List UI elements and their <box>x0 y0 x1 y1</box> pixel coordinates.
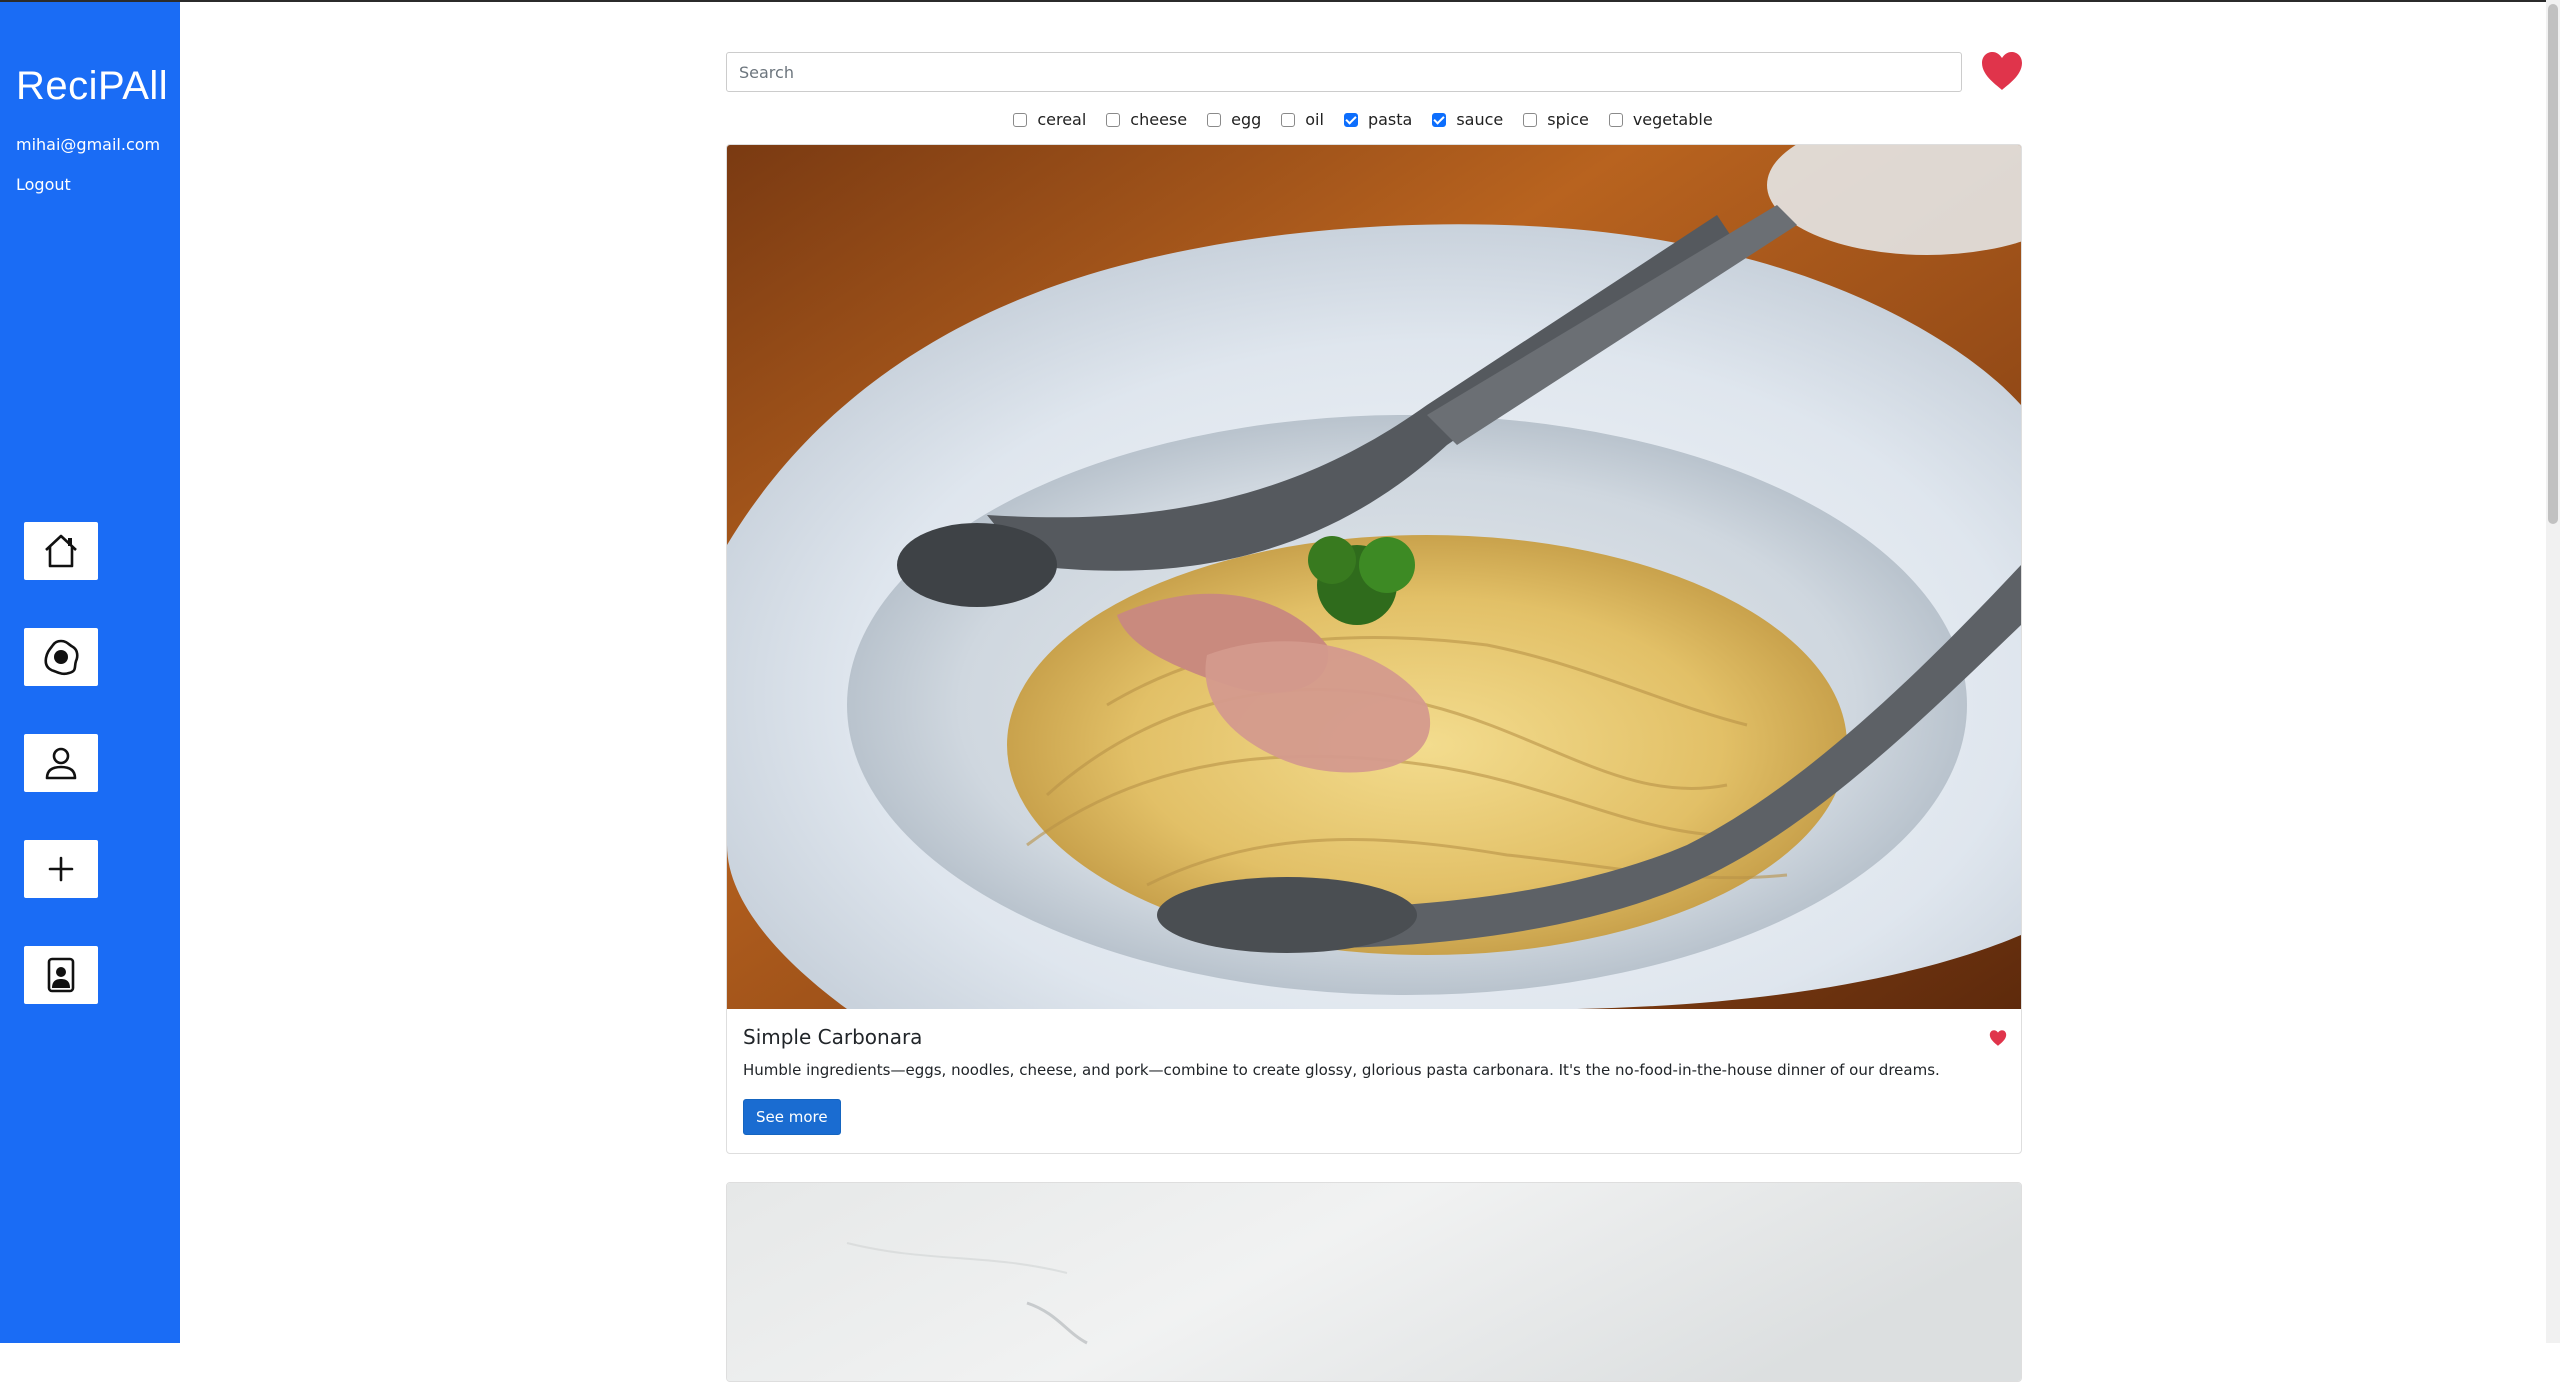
recipe-title: Simple Carbonara <box>743 1025 923 1049</box>
see-more-button[interactable]: See more <box>743 1099 841 1135</box>
filter-vegetable[interactable]: vegetable <box>1608 110 1713 129</box>
filter-cheese[interactable]: cheese <box>1106 110 1187 129</box>
plus-icon <box>48 856 74 882</box>
filter-checkbox-vegetable[interactable] <box>1608 112 1623 127</box>
filter-sauce[interactable]: sauce <box>1432 110 1503 129</box>
filter-label: cheese <box>1130 110 1188 129</box>
ingredient-filters: cereal cheese egg oil pasta sauce spice <box>180 110 2546 129</box>
favorites-heart-icon[interactable] <box>1980 50 2024 92</box>
filter-oil[interactable]: oil <box>1281 110 1324 129</box>
filter-label: pasta <box>1367 110 1413 129</box>
nav-profile-button[interactable] <box>24 734 98 792</box>
filter-cereal[interactable]: cereal <box>1013 110 1086 129</box>
user-icon <box>45 747 77 780</box>
nav-contact-button[interactable] <box>24 946 98 1004</box>
favorite-heart-icon[interactable] <box>1989 1029 2007 1047</box>
filter-checkbox-egg[interactable] <box>1207 112 1222 127</box>
filter-label: cereal <box>1037 110 1087 129</box>
filter-label: egg <box>1231 110 1262 129</box>
nav-home-button[interactable] <box>24 522 98 580</box>
filter-pasta[interactable]: pasta <box>1343 110 1413 129</box>
recipe-description: Humble ingredients—eggs, noodles, cheese… <box>743 1061 1940 1079</box>
filter-checkbox-spice[interactable] <box>1523 112 1538 127</box>
filter-label: vegetable <box>1632 110 1713 129</box>
recipe-image <box>727 1183 2021 1381</box>
filter-label: spice <box>1547 110 1589 129</box>
nav-recipes-button[interactable] <box>24 628 98 686</box>
filter-spice[interactable]: spice <box>1523 110 1589 129</box>
filter-checkbox-sauce[interactable] <box>1432 112 1447 127</box>
main-content: cereal cheese egg oil pasta sauce spice <box>180 2 2546 1382</box>
filter-egg[interactable]: egg <box>1207 110 1261 129</box>
nav-add-recipe-button[interactable] <box>24 840 98 898</box>
home-icon <box>45 534 77 568</box>
scrollbar-thumb[interactable] <box>2548 4 2558 524</box>
filter-checkbox-cheese[interactable] <box>1106 112 1121 127</box>
filter-label: oil <box>1305 110 1324 129</box>
search-input[interactable] <box>726 52 1962 92</box>
brand-logo[interactable]: ReciPAll <box>16 62 168 110</box>
sidebar: ReciPAll mihai@gmail.com Logout <box>0 2 180 1343</box>
filter-checkbox-oil[interactable] <box>1281 112 1296 127</box>
egg-icon <box>44 639 79 676</box>
user-email: mihai@gmail.com <box>16 135 161 154</box>
filter-label: sauce <box>1456 110 1504 129</box>
logout-link[interactable]: Logout <box>16 175 71 194</box>
recipe-card <box>726 1182 2022 1382</box>
contact-card-icon <box>47 957 75 993</box>
recipe-image <box>727 145 2021 1009</box>
recipe-card: Simple Carbonara Humble ingredients—eggs… <box>726 144 2022 1154</box>
filter-checkbox-pasta[interactable] <box>1343 112 1358 127</box>
filter-checkbox-cereal[interactable] <box>1013 112 1028 127</box>
page-scrollbar[interactable] <box>2546 0 2560 1343</box>
